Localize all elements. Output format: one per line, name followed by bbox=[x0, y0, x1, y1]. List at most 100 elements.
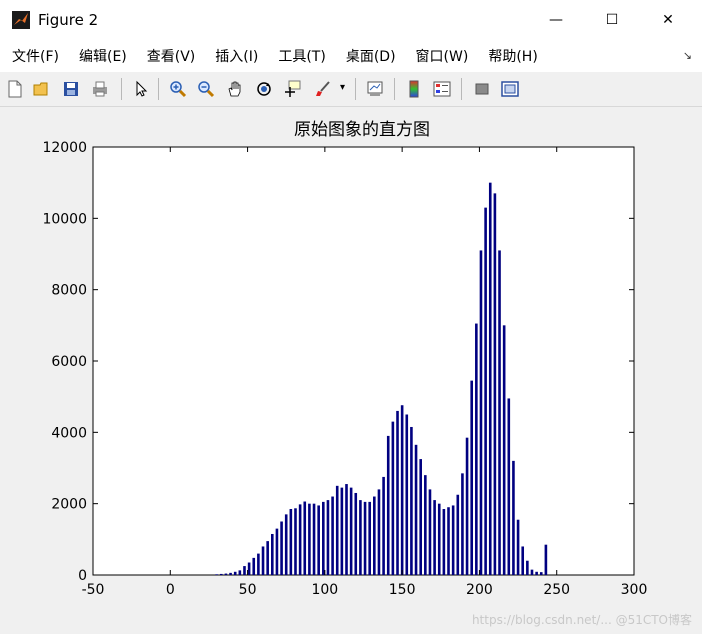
histogram-bar bbox=[484, 207, 487, 575]
title-bar: Figure 2 — ☐ ✕ bbox=[0, 0, 702, 40]
pointer-button[interactable] bbox=[130, 78, 152, 100]
histogram-bar bbox=[335, 485, 339, 575]
histogram-bar bbox=[349, 487, 353, 575]
histogram-bar bbox=[493, 193, 497, 575]
show-plot-tools-button[interactable] bbox=[499, 78, 521, 100]
histogram-bar bbox=[502, 325, 506, 575]
histogram-bar bbox=[215, 574, 218, 575]
menu-overflow-icon[interactable]: ↘ bbox=[683, 49, 692, 62]
histogram-bar bbox=[386, 435, 390, 575]
histogram-bar bbox=[521, 546, 525, 575]
link-plot-icon bbox=[367, 81, 383, 96]
histogram-bar bbox=[396, 410, 399, 575]
open-file-button[interactable] bbox=[31, 78, 53, 100]
x-tick-label: 0 bbox=[166, 582, 175, 598]
histogram-bar bbox=[229, 572, 232, 575]
zoom-in-icon bbox=[170, 81, 187, 98]
histogram-bar bbox=[326, 500, 330, 575]
histogram-bar bbox=[475, 323, 478, 575]
histogram-bar bbox=[461, 473, 464, 575]
pan-button[interactable] bbox=[224, 78, 246, 100]
histogram-bar bbox=[243, 566, 246, 575]
toolbar-separator bbox=[394, 78, 395, 100]
menu-bar: 文件(F) 编辑(E) 查看(V) 插入(I) 工具(T) 桌面(D) 窗口(W… bbox=[0, 40, 702, 72]
histogram-bar bbox=[219, 573, 223, 575]
rotate-3d-icon bbox=[257, 82, 271, 96]
new-figure-button[interactable] bbox=[4, 78, 26, 100]
legend-icon bbox=[433, 81, 451, 97]
histogram-bar bbox=[354, 492, 358, 575]
figure-window: Figure 2 — ☐ ✕ 文件(F) 编辑(E) 查看(V) 插入(I) 工… bbox=[0, 0, 702, 634]
y-tick-label: 12000 bbox=[42, 140, 87, 156]
histogram-bar bbox=[465, 437, 469, 575]
save-icon bbox=[64, 82, 78, 96]
histogram-bar bbox=[257, 553, 260, 575]
histogram-bar bbox=[442, 509, 446, 575]
colorbar-button[interactable] bbox=[403, 78, 425, 100]
zoom-out-button[interactable] bbox=[195, 78, 217, 100]
hide-plot-tools-icon bbox=[475, 83, 489, 95]
menu-file[interactable]: 文件(F) bbox=[12, 46, 59, 66]
menu-window[interactable]: 窗口(W) bbox=[416, 46, 469, 66]
y-tick-label: 2000 bbox=[51, 497, 87, 513]
zoom-in-button[interactable] bbox=[167, 78, 189, 100]
brush-button[interactable] bbox=[311, 78, 333, 100]
maximize-button[interactable]: ☐ bbox=[585, 0, 639, 40]
rotate-3d-button[interactable] bbox=[253, 78, 275, 100]
histogram-bar bbox=[428, 489, 432, 575]
x-tick-label: 200 bbox=[466, 582, 493, 598]
toolbar-separator bbox=[461, 78, 462, 100]
y-tick-label: 4000 bbox=[51, 425, 87, 441]
data-cursor-button[interactable] bbox=[281, 78, 303, 100]
histogram-bar bbox=[289, 509, 293, 575]
menu-view[interactable]: 查看(V) bbox=[147, 46, 196, 66]
zoom-out-icon bbox=[198, 81, 215, 98]
histogram-bar bbox=[451, 505, 455, 575]
menu-insert[interactable]: 插入(I) bbox=[215, 46, 258, 66]
histogram-bar bbox=[252, 557, 256, 575]
histogram-chart[interactable]: 原始图象的直方图 -50 0 50 100 150 200 250 300 020004000… bbox=[0, 107, 702, 607]
data-cursor-icon bbox=[285, 80, 301, 97]
menu-help[interactable]: 帮助(H) bbox=[488, 46, 537, 66]
histogram-bar bbox=[400, 405, 404, 575]
histogram-bar bbox=[280, 521, 283, 575]
print-button[interactable] bbox=[89, 78, 111, 100]
histogram-bar bbox=[312, 503, 316, 575]
legend-button[interactable] bbox=[431, 78, 453, 100]
x-tick-label: 100 bbox=[311, 582, 338, 598]
histogram-bar bbox=[317, 505, 320, 575]
hide-plot-tools-button[interactable] bbox=[471, 78, 493, 100]
brush-dropdown-icon[interactable]: ▾ bbox=[340, 82, 345, 93]
histogram-bar bbox=[298, 504, 302, 575]
minimize-button[interactable]: — bbox=[529, 0, 583, 40]
maximize-icon: ☐ bbox=[605, 12, 619, 28]
close-button[interactable]: ✕ bbox=[641, 0, 695, 40]
histogram-bar bbox=[275, 528, 279, 575]
menu-desktop[interactable]: 桌面(D) bbox=[346, 46, 396, 66]
x-tick-label: 250 bbox=[543, 582, 570, 598]
histogram-bar bbox=[359, 500, 362, 575]
histogram-bar bbox=[345, 484, 348, 575]
x-tick-label: -50 bbox=[82, 582, 105, 598]
menu-tools[interactable]: 工具(T) bbox=[278, 46, 325, 66]
print-icon bbox=[93, 81, 107, 97]
watermark: https://blog.csdn.net/... @51CTO博客 bbox=[471, 613, 692, 627]
pan-hand-icon bbox=[228, 81, 241, 97]
menu-edit[interactable]: 编辑(E) bbox=[79, 46, 127, 66]
histogram-bar bbox=[405, 414, 409, 575]
histogram-bar bbox=[382, 476, 385, 575]
histogram-bar bbox=[498, 250, 501, 575]
y-tick-label: 6000 bbox=[51, 354, 87, 370]
histogram-bar bbox=[516, 519, 520, 575]
histogram-bar bbox=[294, 508, 297, 575]
histogram-bar bbox=[479, 250, 483, 575]
histogram-bar bbox=[391, 421, 395, 575]
save-button[interactable] bbox=[60, 78, 82, 100]
show-plot-tools-icon bbox=[501, 81, 519, 97]
figure-toolbar: ▾ bbox=[0, 72, 702, 107]
histogram-bar bbox=[224, 573, 228, 575]
link-plot-button[interactable] bbox=[364, 78, 386, 100]
histogram-bar bbox=[526, 560, 529, 575]
window-title: Figure 2 bbox=[38, 11, 99, 29]
histogram-bar bbox=[271, 533, 274, 575]
